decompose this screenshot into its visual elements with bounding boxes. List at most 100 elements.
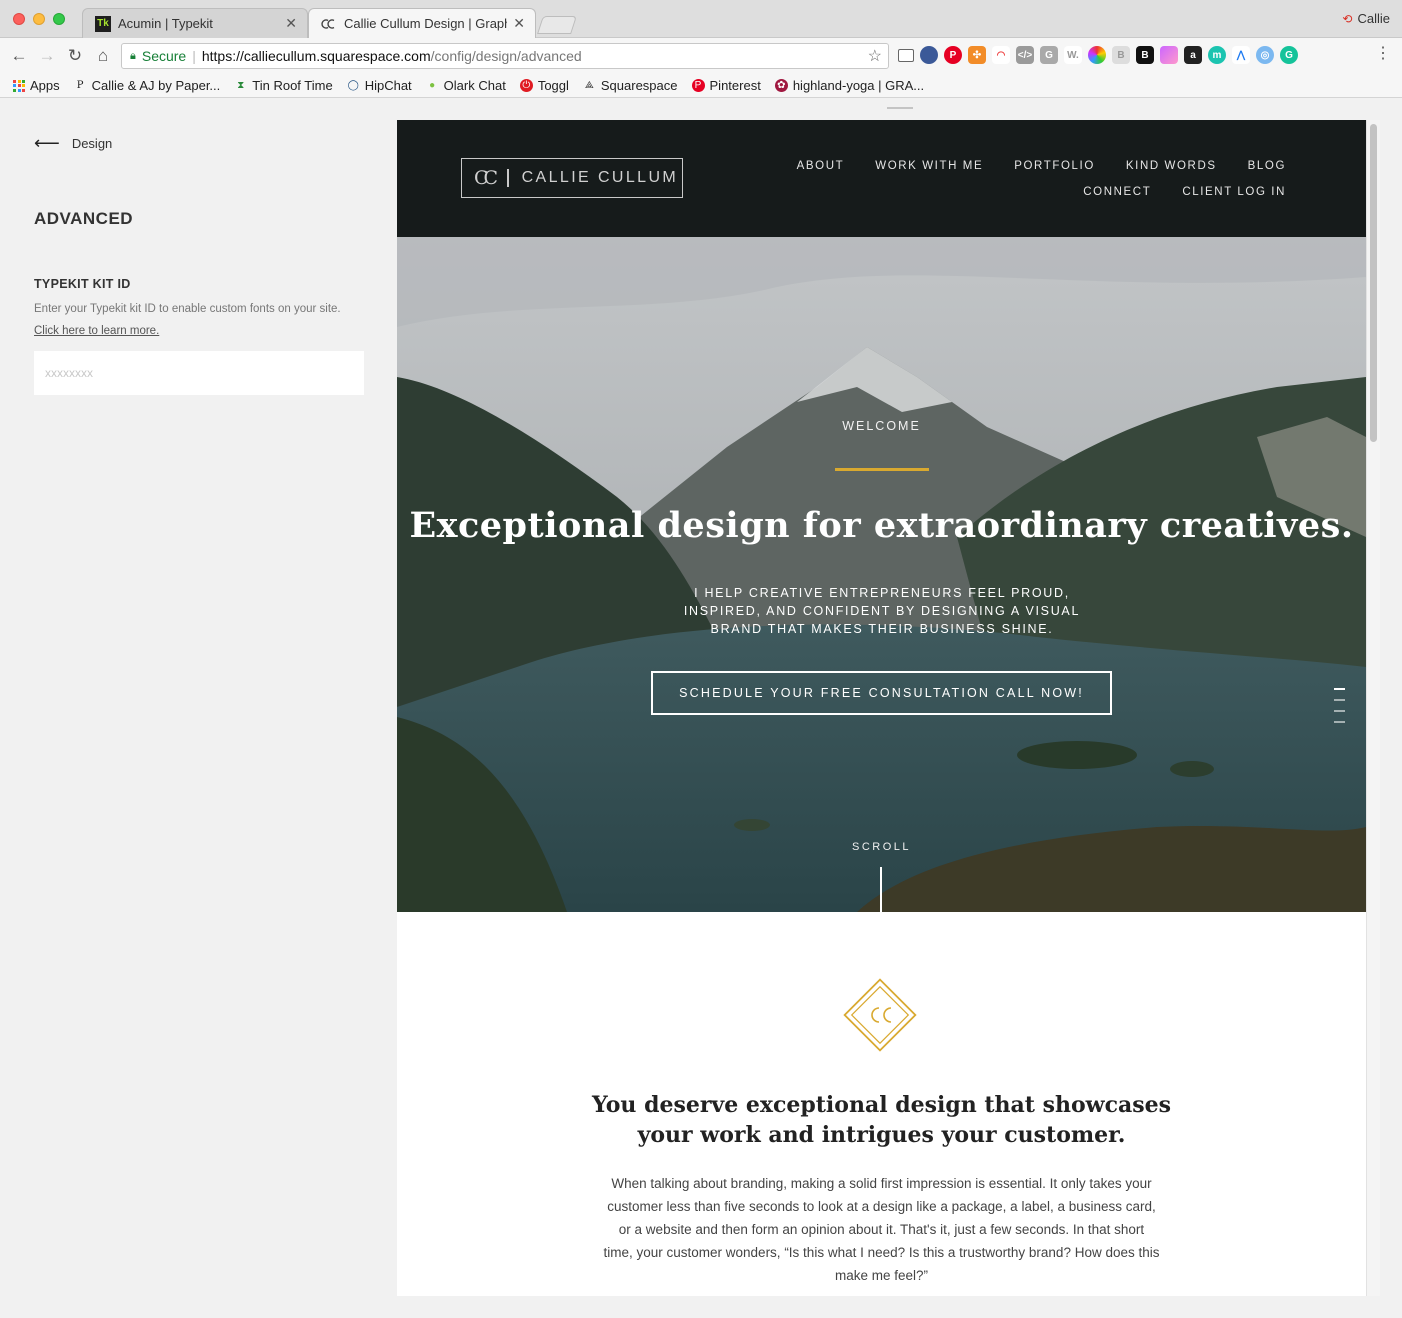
- bookmark-olark[interactable]: ● Olark Chat: [426, 78, 506, 93]
- nav-client-log-in[interactable]: CLIENT LOG IN: [1182, 186, 1286, 198]
- close-icon[interactable]: ✕: [513, 15, 525, 32]
- zoom-window-button[interactable]: [53, 13, 65, 25]
- reload-icon[interactable]: ↻: [64, 45, 86, 67]
- bookmark-tin-roof-time[interactable]: ⧗ Tin Roof Time: [234, 78, 332, 93]
- bookmark-paper[interactable]: P Callie & AJ by Paper...: [74, 78, 221, 93]
- preview-scrollbar-thumb[interactable]: [1370, 124, 1377, 442]
- cast-icon[interactable]: [898, 48, 914, 62]
- chat-bubble-icon: ◯: [347, 80, 359, 91]
- nav-connect[interactable]: CONNECT: [1083, 186, 1151, 198]
- slide-pager: [1334, 688, 1345, 723]
- amazon-extension-icon[interactable]: a: [1184, 46, 1202, 64]
- bookmark-squarespace[interactable]: ⟁ Squarespace: [583, 78, 678, 93]
- bookmark-pinterest[interactable]: P Pinterest: [691, 78, 761, 93]
- sync-icon: ⟲: [1342, 11, 1353, 26]
- forward-arrow-icon[interactable]: →: [36, 45, 58, 67]
- minimize-window-button[interactable]: [33, 13, 45, 25]
- cc-logo-icon: [321, 18, 335, 29]
- back-arrow-icon: ⟵: [34, 133, 60, 153]
- extensions-toolbar: P ✣ ◠ </> G W. B B a m ⋀ ◎ G: [898, 46, 1298, 64]
- intro-section: You deserve exceptional design that show…: [397, 912, 1366, 1296]
- yoga-icon: ✿: [774, 79, 788, 92]
- profile-button[interactable]: ⟲ Callie: [1342, 11, 1390, 26]
- cc-logo-icon: CC: [474, 167, 498, 189]
- url-host: https://calliecullum.squarespace.com: [201, 48, 431, 64]
- url-path: /config/design/advanced: [430, 48, 582, 64]
- grammarly-gray-icon[interactable]: G: [1040, 46, 1058, 64]
- intro-body-text: When talking about branding, making a so…: [603, 1176, 1160, 1283]
- new-tab-button[interactable]: [537, 16, 577, 34]
- secure-label: Secure: [141, 48, 187, 64]
- site-header: CC CALLIE CULLUM ABOUT WORK WITH ME PORT…: [397, 120, 1366, 237]
- design-settings-panel: ⟵ Design ADVANCED TYPEKIT KIT ID Enter y…: [0, 99, 396, 1318]
- feather-extension-icon[interactable]: ⋀: [1232, 46, 1250, 64]
- panel-title: ADVANCED: [34, 209, 134, 228]
- hero-subtitle: I HELP CREATIVE ENTREPRENEURS FEEL PROUD…: [683, 586, 1081, 636]
- hubspot-extension-icon[interactable]: ✣: [968, 46, 986, 64]
- rainbow-extension-icon[interactable]: ◠: [992, 46, 1010, 64]
- green-dot-icon: ●: [429, 80, 436, 91]
- flag-extension-icon[interactable]: [920, 46, 938, 64]
- preview-scrollbar[interactable]: [1366, 120, 1380, 1296]
- bookmark-apps[interactable]: Apps: [13, 78, 60, 93]
- preview-drag-handle[interactable]: [887, 107, 913, 109]
- site-preview: CC CALLIE CULLUM ABOUT WORK WITH ME PORT…: [397, 120, 1366, 1296]
- hero-divider: [835, 468, 929, 471]
- typekit-kit-id-input[interactable]: [34, 351, 364, 395]
- grammarly-icon[interactable]: G: [1280, 46, 1298, 64]
- bookmark-star-icon[interactable]: ☆: [868, 46, 882, 66]
- schedule-consultation-button[interactable]: SCHEDULE YOUR FREE CONSULTATION CALL NOW…: [651, 671, 1112, 715]
- learn-more-link[interactable]: Click here to learn more.: [34, 325, 159, 337]
- hero-eyebrow: WELCOME: [842, 419, 921, 433]
- site-navigation: ABOUT WORK WITH ME PORTFOLIO KIND WORDS …: [707, 160, 1286, 198]
- typekit-field-label: TYPEKIT KIT ID: [34, 277, 131, 291]
- slide-indicator-3[interactable]: [1334, 710, 1345, 712]
- gradient-extension-icon[interactable]: [1160, 46, 1178, 64]
- bookmark-highland-yoga[interactable]: ✿ highland-yoga | GRA...: [774, 78, 924, 93]
- tab-title: Acumin | Typekit: [118, 16, 213, 31]
- bitly-icon[interactable]: B: [1112, 46, 1130, 64]
- compass-extension-icon[interactable]: ◎: [1256, 46, 1274, 64]
- tab-callie-cullum[interactable]: Callie Cullum Design | Graphic ✕: [308, 8, 536, 38]
- bookmarks-bar: Apps P Callie & AJ by Paper... ⧗ Tin Roo…: [0, 74, 1402, 98]
- typekit-icon: Tk: [95, 15, 111, 32]
- code-extension-icon[interactable]: </>: [1016, 46, 1034, 64]
- nav-portfolio[interactable]: PORTFOLIO: [1014, 160, 1095, 172]
- browser-toolbar: ← → ↻ ⌂ 🔒︎ Secure | https://calliecullum…: [0, 38, 1402, 74]
- scroll-indicator-line: [880, 867, 882, 912]
- bold-b-extension-icon[interactable]: B: [1136, 46, 1154, 64]
- pinterest-icon: P: [691, 79, 705, 92]
- hourglass-icon: ⧗: [237, 80, 245, 91]
- bookmark-toggl[interactable]: ⏻ Toggl: [519, 78, 569, 93]
- bookmark-hipchat[interactable]: ◯ HipChat: [347, 78, 412, 93]
- slide-indicator-4[interactable]: [1334, 721, 1345, 723]
- profile-name: Callie: [1357, 11, 1390, 26]
- slide-indicator-1[interactable]: [1334, 688, 1345, 690]
- nav-kind-words[interactable]: KIND WORDS: [1126, 160, 1217, 172]
- slide-indicator-2[interactable]: [1334, 699, 1345, 701]
- intro-heading: You deserve exceptional design that show…: [591, 1092, 1172, 1148]
- lock-icon: 🔒︎: [130, 49, 136, 62]
- home-icon[interactable]: ⌂: [92, 45, 114, 67]
- close-icon[interactable]: ✕: [285, 15, 297, 32]
- nav-work-with-me[interactable]: WORK WITH ME: [875, 160, 983, 172]
- close-window-button[interactable]: [13, 13, 25, 25]
- more-menu-icon[interactable]: ⋮: [1375, 46, 1391, 62]
- momentum-icon[interactable]: m: [1208, 46, 1226, 64]
- color-picker-icon[interactable]: [1088, 46, 1106, 64]
- back-to-design-link[interactable]: ⟵ Design: [34, 133, 112, 154]
- address-bar[interactable]: 🔒︎ Secure | https://calliecullum.squares…: [121, 43, 889, 69]
- back-arrow-icon[interactable]: ←: [8, 45, 30, 67]
- tab-typekit[interactable]: Tk Acumin | Typekit ✕: [82, 8, 308, 38]
- nav-blog[interactable]: BLOG: [1248, 160, 1286, 172]
- cc-diamond-badge-icon: [843, 978, 917, 1052]
- power-icon: ⏻: [519, 79, 533, 92]
- tab-title: Callie Cullum Design | Graphic: [344, 16, 508, 31]
- whatfont-icon[interactable]: W.: [1064, 46, 1082, 64]
- scroll-label[interactable]: SCROLL: [397, 841, 1366, 853]
- pinterest-extension-icon[interactable]: P: [944, 46, 962, 64]
- site-logo[interactable]: CC CALLIE CULLUM: [461, 158, 683, 198]
- typekit-help-text: Enter your Typekit kit ID to enable cust…: [34, 303, 341, 337]
- nav-about[interactable]: ABOUT: [797, 160, 845, 172]
- logo-text: CALLIE CULLUM: [521, 169, 679, 186]
